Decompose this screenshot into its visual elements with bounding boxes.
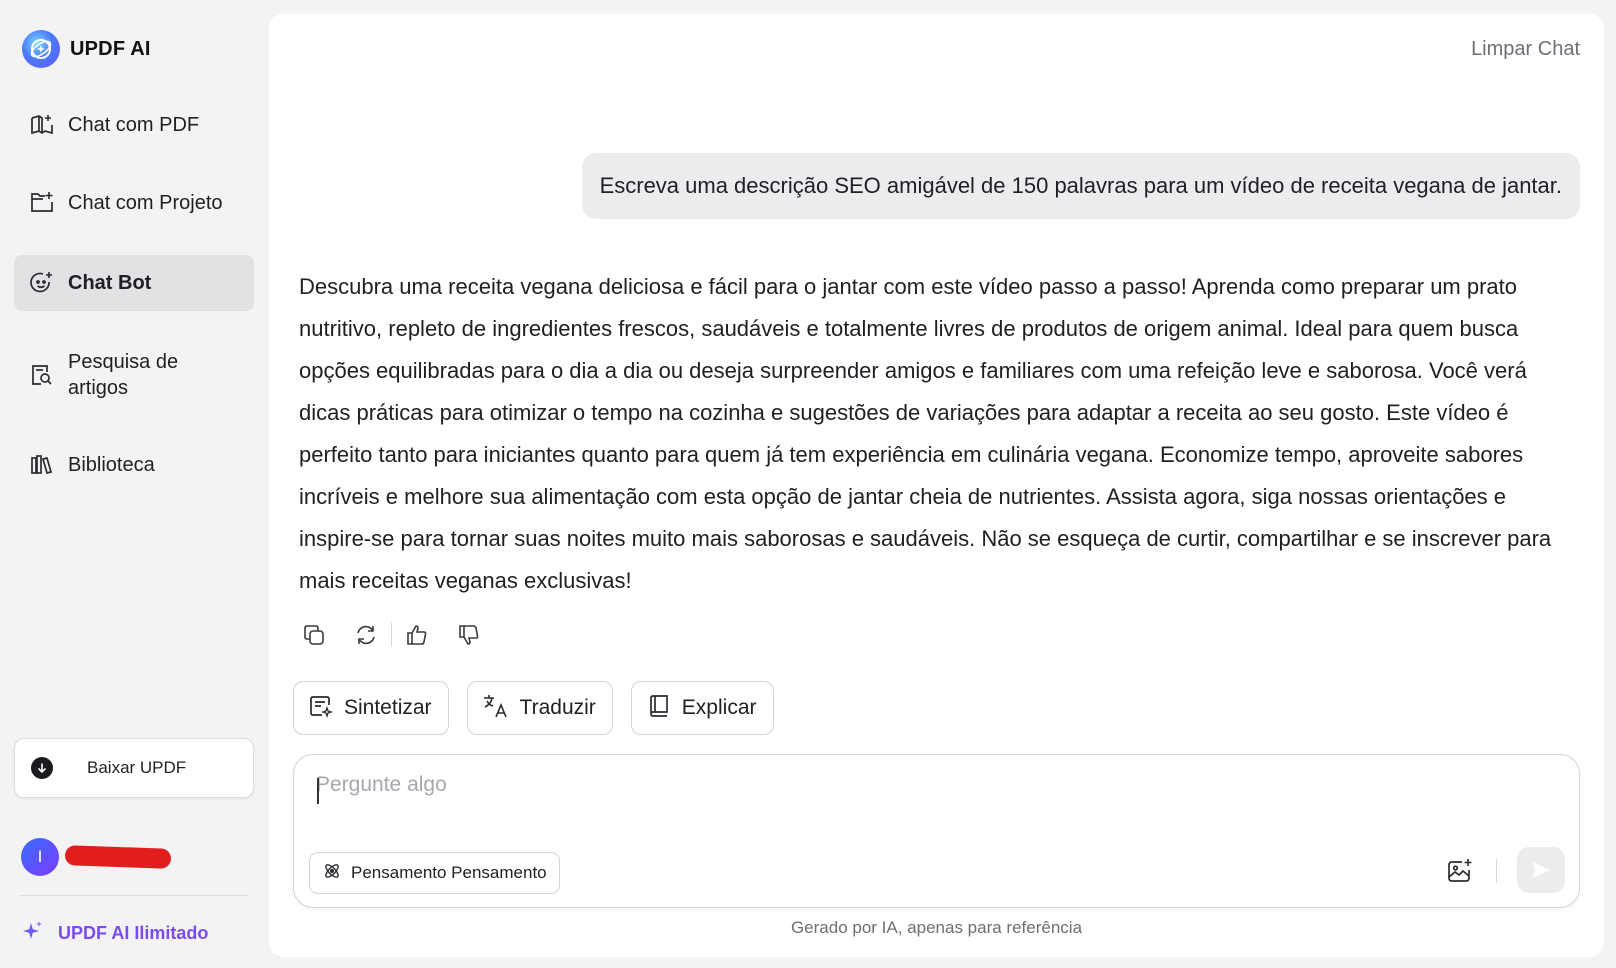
sidebar-item-label: Chat com PDF xyxy=(68,113,200,136)
bot-message: Descubra uma receita vegana deliciosa e … xyxy=(299,274,1552,593)
divider xyxy=(1496,859,1497,883)
summarize-icon xyxy=(308,693,334,724)
brand-name: UPDF AI xyxy=(70,37,151,60)
download-label: Baixar UPDF xyxy=(87,758,187,777)
message-actions xyxy=(299,620,484,650)
user-message: Escreva uma descrição SEO amigável de 15… xyxy=(581,153,1580,219)
summarize-button[interactable]: Sintetizar xyxy=(293,681,449,735)
clear-chat-button[interactable]: Limpar Chat xyxy=(1471,38,1580,61)
download-updf-button[interactable]: Baixar UPDF xyxy=(14,738,254,798)
book-sparkle-icon xyxy=(28,111,56,139)
summarize-label: Sintetizar xyxy=(344,696,432,719)
atom-icon xyxy=(322,861,342,886)
avatar: I xyxy=(21,838,59,876)
book-icon xyxy=(646,693,672,724)
sidebar: UPDF AI Chat com PDF Chat com Projeto Ch… xyxy=(0,0,262,968)
sidebar-item-chat-projeto[interactable]: Chat com Projeto xyxy=(14,175,254,231)
translate-button[interactable]: Traduzir xyxy=(466,681,613,735)
upgrade-label: UPDF AI Ilimitado xyxy=(58,923,209,943)
text-caret xyxy=(317,778,319,804)
sidebar-item-label: Biblioteca xyxy=(68,453,155,476)
copy-icon[interactable] xyxy=(299,620,329,650)
user-account[interactable]: I xyxy=(21,838,172,876)
chat-input[interactable] xyxy=(316,773,1516,813)
translate-label: Traduzir xyxy=(519,696,596,719)
download-icon xyxy=(31,757,53,779)
thinking-label: Pensamento Pensamento xyxy=(351,863,547,882)
folder-sparkle-icon xyxy=(28,189,56,217)
updf-logo-icon xyxy=(22,30,60,68)
article-search-icon xyxy=(28,361,56,389)
chat-panel: Limpar Chat Escreva uma descrição SEO am… xyxy=(269,14,1604,957)
thinking-mode-button[interactable]: Pensamento Pensamento xyxy=(309,852,560,894)
sidebar-item-chat-bot[interactable]: Chat Bot xyxy=(14,255,254,311)
divider xyxy=(21,895,248,896)
explain-button[interactable]: Explicar xyxy=(630,681,774,735)
quick-actions: Sintetizar Traduzir Explicar xyxy=(293,681,774,735)
sidebar-item-label: Pesquisa de artigos xyxy=(68,351,179,399)
sidebar-item-label: Chat com Projeto xyxy=(68,191,223,214)
send-button[interactable] xyxy=(1517,847,1565,893)
sidebar-item-label: Chat Bot xyxy=(68,271,152,294)
explain-label: Explicar xyxy=(681,696,757,719)
library-icon xyxy=(28,451,56,479)
image-ai-icon[interactable] xyxy=(1443,854,1477,888)
chatbot-icon xyxy=(28,269,56,297)
thumbs-down-icon[interactable] xyxy=(454,620,484,650)
translate-icon xyxy=(482,692,510,725)
chat-input-box: Pensamento Pensamento xyxy=(293,754,1580,908)
sidebar-item-pesquisa-artigos[interactable]: Pesquisa de artigos xyxy=(14,343,254,407)
send-icon xyxy=(1532,862,1550,878)
ai-disclaimer: Gerado por IA, apenas para referência xyxy=(790,918,1083,937)
divider xyxy=(391,623,392,647)
sidebar-item-biblioteca[interactable]: Biblioteca xyxy=(14,437,254,493)
redacted-username xyxy=(64,845,172,869)
brand[interactable]: UPDF AI xyxy=(22,30,151,68)
upgrade-link[interactable]: UPDF AI Ilimitado xyxy=(22,920,208,947)
thumbs-up-icon[interactable] xyxy=(402,620,432,650)
sparkle-icon xyxy=(22,920,44,947)
regenerate-icon[interactable] xyxy=(351,620,381,650)
sidebar-item-chat-pdf[interactable]: Chat com PDF xyxy=(14,97,254,153)
